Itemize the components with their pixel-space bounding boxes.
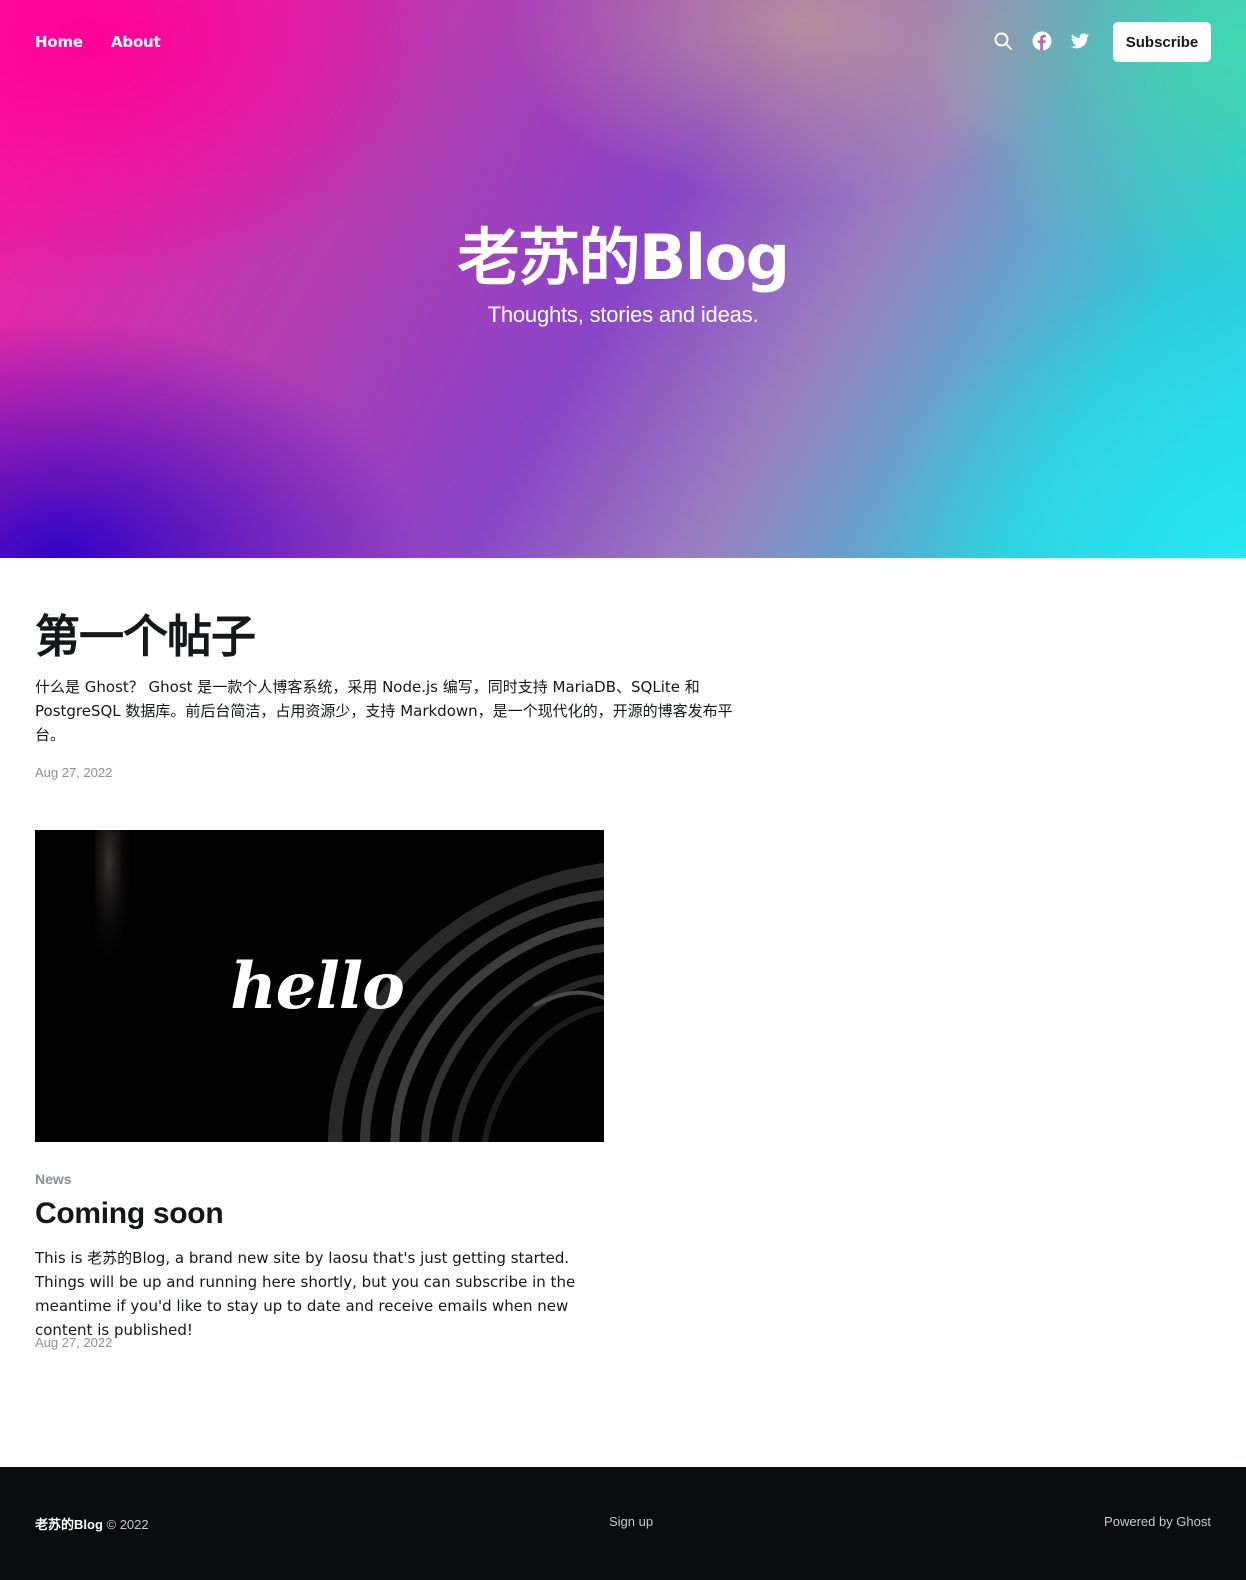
footer-copyright: 老苏的Blog © 2022 <box>35 1514 149 1533</box>
hero-header: Home About Subscribe 老苏的Blog Thoughts, s… <box>0 0 1246 558</box>
post-title[interactable]: Coming soon <box>35 1196 224 1232</box>
facebook-icon[interactable] <box>1032 31 1052 51</box>
site-description: Thoughts, stories and ideas. <box>487 302 759 327</box>
twitter-icon[interactable] <box>1070 31 1090 51</box>
footer-brand[interactable]: 老苏的Blog <box>35 1517 103 1532</box>
search-icon[interactable] <box>993 31 1013 51</box>
post-tag[interactable]: News <box>35 1171 72 1187</box>
site-title: 老苏的Blog <box>457 221 791 294</box>
footer-copyright-year: © 2022 <box>106 1517 149 1532</box>
post-title[interactable]: 第一个帖子 <box>35 612 256 662</box>
site-footer: 老苏的Blog © 2022 Sign up Powered by Ghost <box>0 1467 1246 1580</box>
nav-about-link[interactable]: About <box>111 33 161 51</box>
post-date: Aug 27, 2022 <box>35 765 113 780</box>
footer-signup-link[interactable]: Sign up <box>609 1514 653 1529</box>
footer-powered-by-link[interactable]: Powered by Ghost <box>1104 1514 1211 1529</box>
post-date: Aug 27, 2022 <box>35 1335 113 1350</box>
top-navigation: Home About Subscribe <box>0 0 1246 84</box>
subscribe-button[interactable]: Subscribe <box>1113 22 1211 62</box>
post-excerpt: 什么是 Ghost？ Ghost 是一款个人博客系统，采用 Node.js 编写… <box>35 678 733 744</box>
nav-home-link[interactable]: Home <box>35 33 83 51</box>
post-feature-image[interactable]: hello <box>35 830 604 1142</box>
feature-image-text: hello <box>230 949 404 1024</box>
post-excerpt: This is 老苏的Blog, a brand new site by lao… <box>35 1249 576 1339</box>
